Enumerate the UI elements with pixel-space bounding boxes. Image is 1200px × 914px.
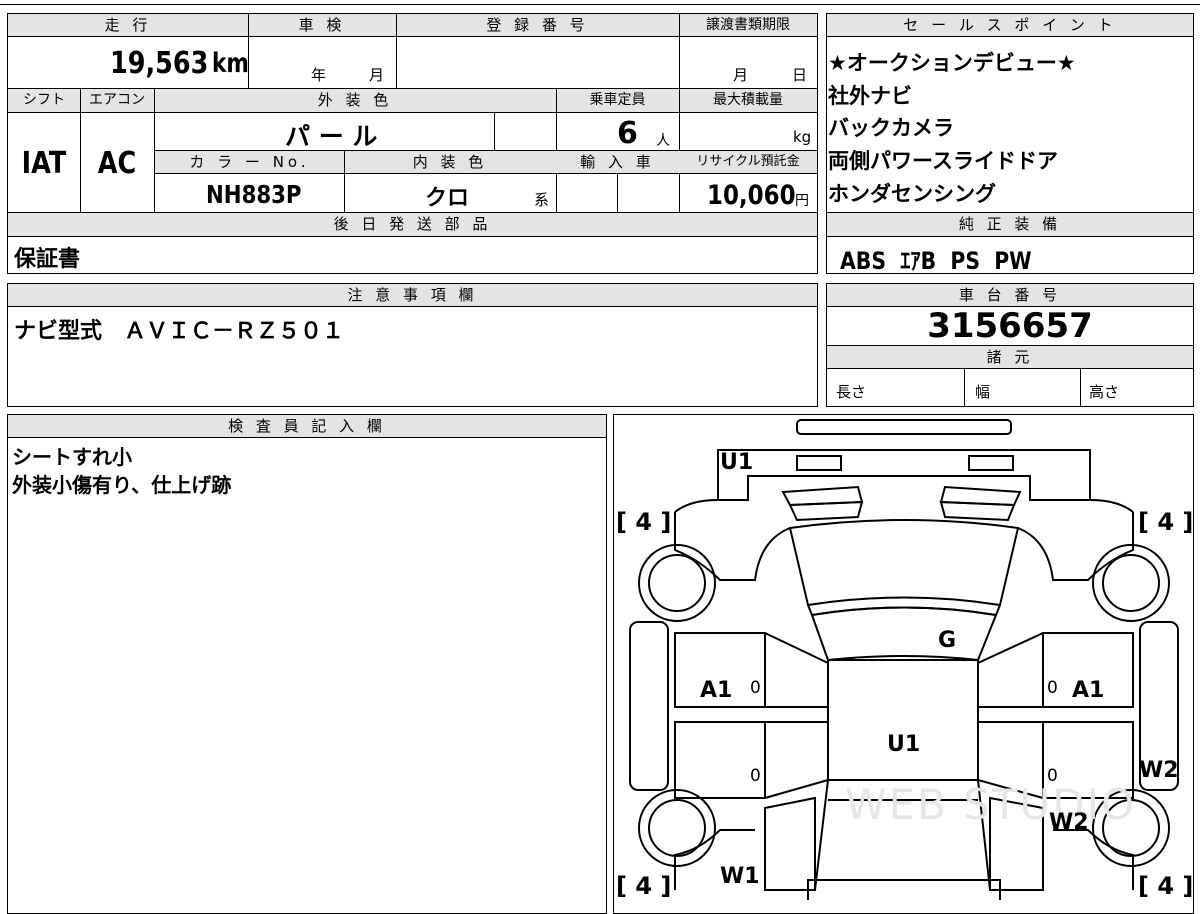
color-no-value: NH883P bbox=[206, 180, 302, 209]
mileage-header: 走 行 bbox=[104, 16, 152, 34]
sales-point-3: バックカメラ bbox=[828, 116, 954, 140]
transfer-month-label: 月 bbox=[733, 66, 749, 84]
zero-mark-rf: 0 bbox=[1047, 678, 1058, 698]
mileage-unit: km bbox=[212, 48, 249, 79]
interior-color-header: 内 装 色 bbox=[412, 153, 488, 171]
specs-width-label: 幅 bbox=[975, 383, 991, 401]
sales-point-4: 両側パワースライドドア bbox=[828, 149, 1058, 173]
inspector-header: 検 査 員 記 入 欄 bbox=[8, 415, 606, 438]
zero-mark-rr: 0 bbox=[1047, 766, 1058, 786]
transfer-day-label: 日 bbox=[792, 66, 808, 84]
inspector-line-1: シートすれ小 bbox=[12, 445, 132, 469]
right-rear-door-mark: W2 bbox=[1139, 758, 1179, 783]
color-no-header: カ ラ ー No. bbox=[189, 153, 310, 171]
chassis-number-value: 3156657 bbox=[927, 306, 1093, 346]
left-front-door-mark: A1 bbox=[700, 678, 733, 703]
zero-mark-lf: 0 bbox=[750, 678, 761, 698]
max-load-unit: kg bbox=[793, 128, 812, 146]
max-load-header: 最大積載量 bbox=[713, 92, 783, 108]
top-strip-line bbox=[0, 4, 1200, 5]
recycle-unit: 円 bbox=[795, 193, 809, 209]
front-bumper-mark: U1 bbox=[720, 450, 754, 475]
later-parts-header: 後 日 発 送 部 品 bbox=[8, 213, 817, 237]
recycle-value: 10,060 bbox=[707, 180, 796, 211]
inspection-header: 車 検 bbox=[298, 16, 346, 34]
specs-length-label: 長さ bbox=[836, 383, 867, 401]
aircon-value: AC bbox=[97, 146, 137, 181]
roof-mark: U1 bbox=[887, 732, 921, 757]
tire-bl-label: [ 4 ] bbox=[616, 872, 672, 900]
sales-points-header: セ ー ル ス ポ イ ン ト bbox=[827, 14, 1193, 37]
inspector-line-2: 外装小傷有り、仕上げ跡 bbox=[12, 473, 232, 497]
right-front-door-mark: A1 bbox=[1072, 678, 1105, 703]
imported-header: 輸 入 車 bbox=[580, 153, 655, 171]
hood-mark: G bbox=[938, 628, 957, 653]
notes-value: ナビ型式 ＡＶＩＣ－ＲＺ５０１ bbox=[14, 319, 345, 344]
sales-point-2: 社外ナビ bbox=[828, 84, 912, 108]
interior-color-unit: 系 bbox=[534, 191, 550, 209]
tire-tl-label: [ 4 ] bbox=[616, 508, 672, 536]
notes-header: 注 意 事 項 欄 bbox=[8, 284, 817, 307]
transfer-deadline-header: 譲渡書類期限 bbox=[706, 17, 790, 33]
inspection-year-label: 年 bbox=[311, 66, 327, 84]
standard-equipment-header: 純 正 装 備 bbox=[827, 213, 1193, 237]
specs-header: 諸 元 bbox=[827, 346, 1193, 369]
exterior-color-header: 外 装 色 bbox=[317, 91, 393, 109]
shift-header: シフト bbox=[23, 92, 65, 108]
capacity-value: 6 bbox=[617, 116, 638, 151]
zero-mark-lr: 0 bbox=[750, 766, 761, 786]
mileage-value: 19,563 bbox=[110, 46, 209, 81]
capacity-unit: 人 bbox=[656, 133, 670, 149]
sales-point-1: ★オークションデビュー★ bbox=[828, 51, 1076, 75]
tire-tr-label: [ 4 ] bbox=[1138, 508, 1194, 536]
later-parts-value: 保証書 bbox=[14, 247, 81, 272]
interior-color-value: クロ bbox=[425, 186, 470, 211]
left-rear-mark: W1 bbox=[720, 864, 760, 889]
right-quarter-mark: W2 bbox=[1049, 810, 1089, 835]
specs-height-label: 高さ bbox=[1089, 383, 1120, 401]
sales-point-5: ホンダセンシング bbox=[828, 182, 996, 206]
recycle-header: リサイクル預託金 bbox=[696, 154, 800, 169]
shift-value: IAT bbox=[21, 146, 67, 181]
standard-equipment-value: ABS ｴｱB PS PW bbox=[840, 247, 1032, 275]
capacity-header: 乗車定員 bbox=[589, 92, 646, 108]
inspection-month-label: 月 bbox=[369, 66, 385, 84]
exterior-color-value: パ ー ル bbox=[285, 122, 378, 151]
aircon-header: エアコン bbox=[89, 92, 145, 108]
chassis-number-header: 車 台 番 号 bbox=[827, 284, 1193, 307]
registration-header: 登 録 番 号 bbox=[486, 16, 589, 34]
tire-br-label: [ 4 ] bbox=[1138, 872, 1194, 900]
watermark: WEB STUDIO bbox=[845, 780, 1137, 829]
